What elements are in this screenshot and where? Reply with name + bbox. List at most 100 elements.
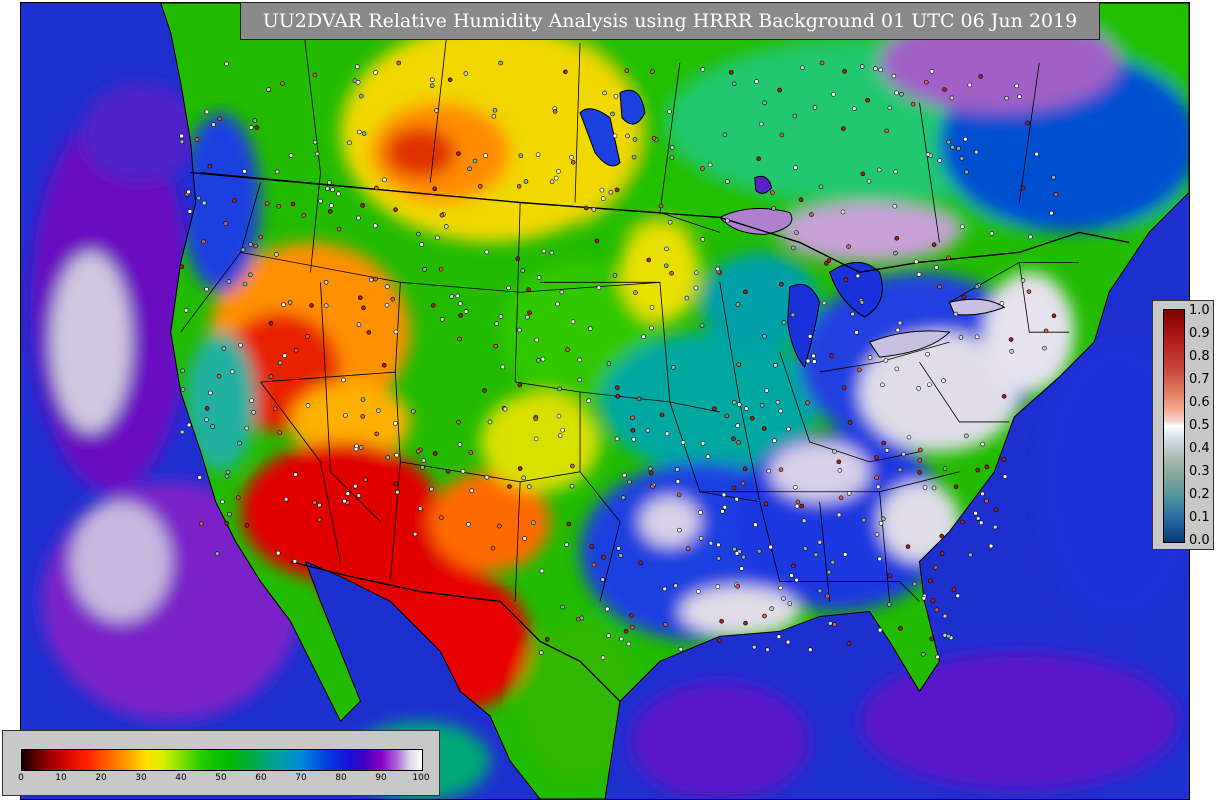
station-marker	[951, 587, 957, 592]
station-marker	[916, 272, 922, 277]
station-marker	[892, 203, 898, 209]
station-marker	[268, 320, 274, 326]
station-marker	[252, 118, 258, 123]
station-marker	[794, 503, 800, 509]
station-marker	[638, 560, 643, 566]
station-marker	[498, 60, 503, 66]
station-marker	[756, 156, 761, 162]
station-marker	[731, 81, 737, 87]
station-marker	[817, 588, 823, 594]
station-marker	[385, 455, 391, 460]
station-marker	[1009, 349, 1014, 354]
station-marker	[180, 368, 185, 374]
station-marker	[468, 450, 474, 455]
station-marker	[1026, 289, 1032, 294]
increment-tick-label: 0.3	[1189, 464, 1210, 479]
station-marker	[937, 284, 943, 290]
station-marker	[861, 517, 867, 523]
station-marker	[920, 651, 926, 657]
station-marker	[700, 166, 705, 171]
station-marker	[776, 634, 782, 640]
station-marker	[179, 264, 185, 269]
station-marker	[347, 140, 352, 146]
station-marker	[749, 415, 755, 421]
station-marker	[669, 270, 674, 276]
rh-tick-label: 50	[215, 773, 227, 783]
station-marker	[429, 83, 435, 88]
station-marker	[764, 388, 770, 393]
station-marker	[937, 158, 943, 163]
station-marker	[555, 301, 560, 307]
map-frame[interactable]	[20, 2, 1190, 800]
station-marker	[887, 573, 893, 579]
station-marker	[765, 647, 770, 652]
station-marker	[876, 167, 882, 173]
station-marker	[358, 445, 364, 450]
map-title: UU2DVAR Relative Humidity Analysis using…	[240, 2, 1100, 40]
station-marker	[978, 74, 984, 79]
station-marker	[802, 546, 808, 551]
station-marker	[432, 186, 438, 192]
station-marker	[685, 546, 691, 552]
station-marker	[467, 166, 472, 172]
station-marker	[421, 458, 427, 463]
station-marker	[807, 647, 813, 652]
station-marker	[867, 355, 873, 360]
station-marker	[992, 524, 998, 530]
station-marker	[356, 215, 361, 221]
station-marker	[439, 212, 445, 218]
increment-tick-label: 0.0	[1189, 533, 1210, 548]
station-marker	[570, 463, 575, 469]
station-marker	[716, 542, 721, 548]
station-marker	[487, 419, 493, 425]
station-marker	[1028, 234, 1033, 240]
station-marker	[515, 256, 521, 262]
station-marker	[540, 356, 546, 362]
station-marker	[544, 637, 550, 642]
station-marker	[615, 394, 621, 399]
station-marker	[523, 179, 529, 184]
station-marker	[625, 133, 630, 139]
station-marker	[312, 139, 318, 145]
station-marker	[700, 67, 706, 72]
station-marker	[1043, 328, 1049, 334]
station-marker	[292, 559, 298, 564]
station-marker	[596, 285, 602, 291]
station-marker	[588, 326, 593, 331]
station-marker	[457, 336, 462, 342]
station-marker	[841, 385, 847, 391]
station-marker	[458, 313, 463, 318]
station-marker	[560, 427, 565, 433]
station-marker	[600, 655, 606, 660]
station-marker	[527, 310, 532, 315]
station-marker	[614, 187, 620, 193]
station-marker	[646, 257, 652, 263]
station-marker	[521, 475, 527, 481]
station-marker	[719, 618, 724, 624]
station-marker	[873, 66, 878, 71]
station-marker	[648, 470, 654, 476]
station-marker	[549, 179, 555, 185]
station-marker	[659, 412, 665, 418]
station-marker	[894, 236, 900, 241]
station-marker	[570, 319, 576, 324]
rh-analysis-map[interactable]	[21, 3, 1189, 799]
station-marker	[753, 522, 758, 527]
station-marker	[204, 109, 210, 115]
station-marker	[305, 334, 310, 339]
station-marker	[463, 309, 469, 314]
station-marker	[327, 209, 333, 214]
station-marker	[394, 452, 399, 458]
station-marker	[1008, 337, 1014, 342]
station-marker	[287, 300, 293, 305]
station-marker	[618, 636, 624, 642]
station-marker	[539, 568, 545, 574]
station-marker	[663, 622, 668, 627]
station-marker	[946, 633, 951, 639]
station-marker	[875, 484, 881, 490]
station-marker	[633, 290, 638, 295]
station-marker	[933, 564, 939, 570]
station-marker	[472, 158, 478, 164]
station-marker	[361, 131, 367, 136]
station-marker	[411, 409, 416, 414]
